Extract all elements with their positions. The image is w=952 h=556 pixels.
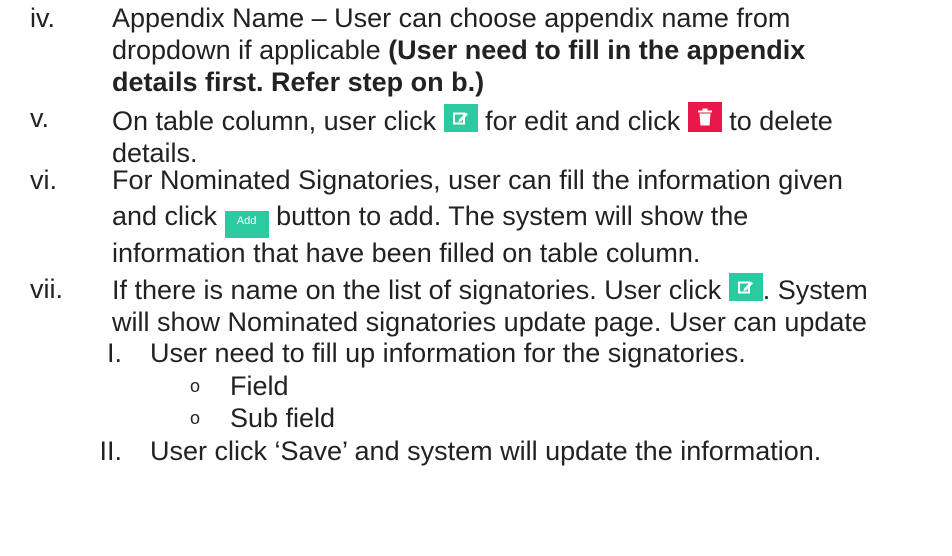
list-number: iv. bbox=[30, 3, 55, 33]
bullet-icon: o bbox=[190, 376, 201, 396]
delete-button[interactable] bbox=[687, 102, 722, 132]
list-number: vii. bbox=[30, 274, 63, 304]
plain-text: If there is name on the list of signator… bbox=[112, 275, 729, 305]
text-line: details first. Refer step on b.) bbox=[112, 66, 940, 98]
bold-note: details first. Refer step on b.) bbox=[112, 67, 485, 97]
bullet-text: Field bbox=[230, 371, 289, 401]
plain-text: for edit and click bbox=[477, 106, 688, 136]
trash-icon bbox=[697, 108, 712, 126]
plain-text: On table column, user click bbox=[112, 106, 444, 136]
plain-text: dropdown if applicable bbox=[112, 35, 389, 65]
plain-text: . System bbox=[762, 275, 868, 305]
text-line: dropdown if applicable (User need to fil… bbox=[112, 34, 940, 66]
edit-button[interactable] bbox=[728, 273, 763, 301]
plain-text: and click bbox=[112, 201, 225, 231]
list-text: If there is name on the list of signator… bbox=[112, 273, 940, 338]
plain-text: button to add. The system will show the bbox=[268, 201, 749, 231]
text-line: information that have been filled on tab… bbox=[112, 238, 701, 268]
add-button[interactable]: Add bbox=[224, 211, 269, 238]
text-line: For Nominated Signatories, user can fill… bbox=[112, 165, 843, 195]
text-line: Appendix Name – User can choose appendix… bbox=[112, 3, 791, 33]
list-number: v. bbox=[30, 103, 49, 133]
sub-number: II. bbox=[99, 436, 122, 466]
text-line: On table column, user click for edit and… bbox=[112, 102, 940, 137]
list-text: For Nominated Signatories, user can fill… bbox=[112, 164, 940, 268]
sub-text: User click ‘Save’ and system will update… bbox=[150, 436, 822, 466]
list-number: vi. bbox=[30, 165, 57, 195]
edit-button[interactable] bbox=[443, 104, 478, 132]
list-text: Appendix Name – User can choose appendix… bbox=[112, 2, 940, 98]
bullet-icon: o bbox=[190, 408, 201, 428]
sub-text: User need to fill up information for the… bbox=[150, 338, 746, 368]
bold-note: (User need to fill in the appendix bbox=[388, 35, 806, 65]
text-line: will show Nominated signatories update p… bbox=[112, 307, 867, 337]
pencil-square-icon bbox=[737, 281, 753, 294]
plain-text: to delete bbox=[721, 106, 833, 136]
sub-number: I. bbox=[106, 338, 122, 368]
bullet-text: Sub field bbox=[230, 403, 336, 433]
text-line: and click Add button to add. The system … bbox=[112, 197, 940, 238]
pencil-square-icon bbox=[452, 112, 468, 125]
text-line: If there is name on the list of signator… bbox=[112, 273, 940, 306]
list-text: On table column, user click for edit and… bbox=[112, 102, 940, 169]
